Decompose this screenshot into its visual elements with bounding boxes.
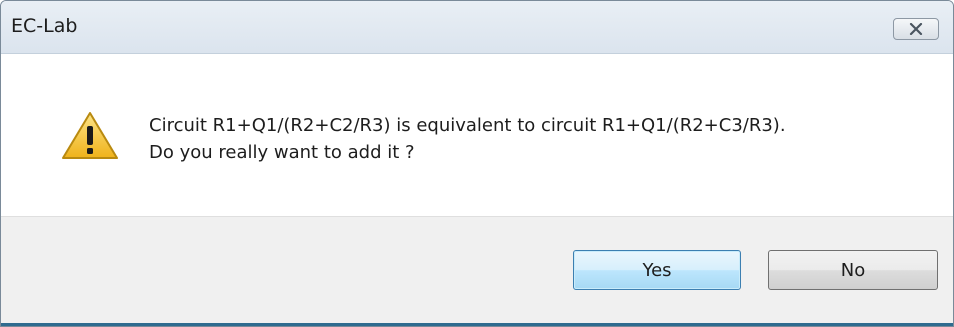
message-line-1: Circuit R1+Q1/(R2+C2/R3) is equivalent t…: [149, 115, 786, 136]
close-icon: [909, 23, 923, 35]
message-line-2: Do you really want to add it ?: [149, 142, 415, 163]
dialog-message: Circuit R1+Q1/(R2+C2/R3) is equivalent t…: [149, 112, 786, 166]
button-bar: Yes No: [1, 216, 953, 326]
window-title: EC-Lab: [11, 15, 78, 37]
dialog-content: Circuit R1+Q1/(R2+C2/R3) is equivalent t…: [1, 54, 953, 216]
warning-icon: [61, 111, 119, 161]
no-button[interactable]: No: [768, 250, 938, 290]
dialog-window: EC-Lab Circuit R1+Q1/(R2+C2/R3) is equiv…: [0, 0, 954, 327]
window-bottom-border: [1, 323, 953, 326]
title-bar[interactable]: EC-Lab: [1, 1, 953, 54]
close-button[interactable]: [893, 18, 939, 40]
yes-button[interactable]: Yes: [573, 250, 741, 290]
